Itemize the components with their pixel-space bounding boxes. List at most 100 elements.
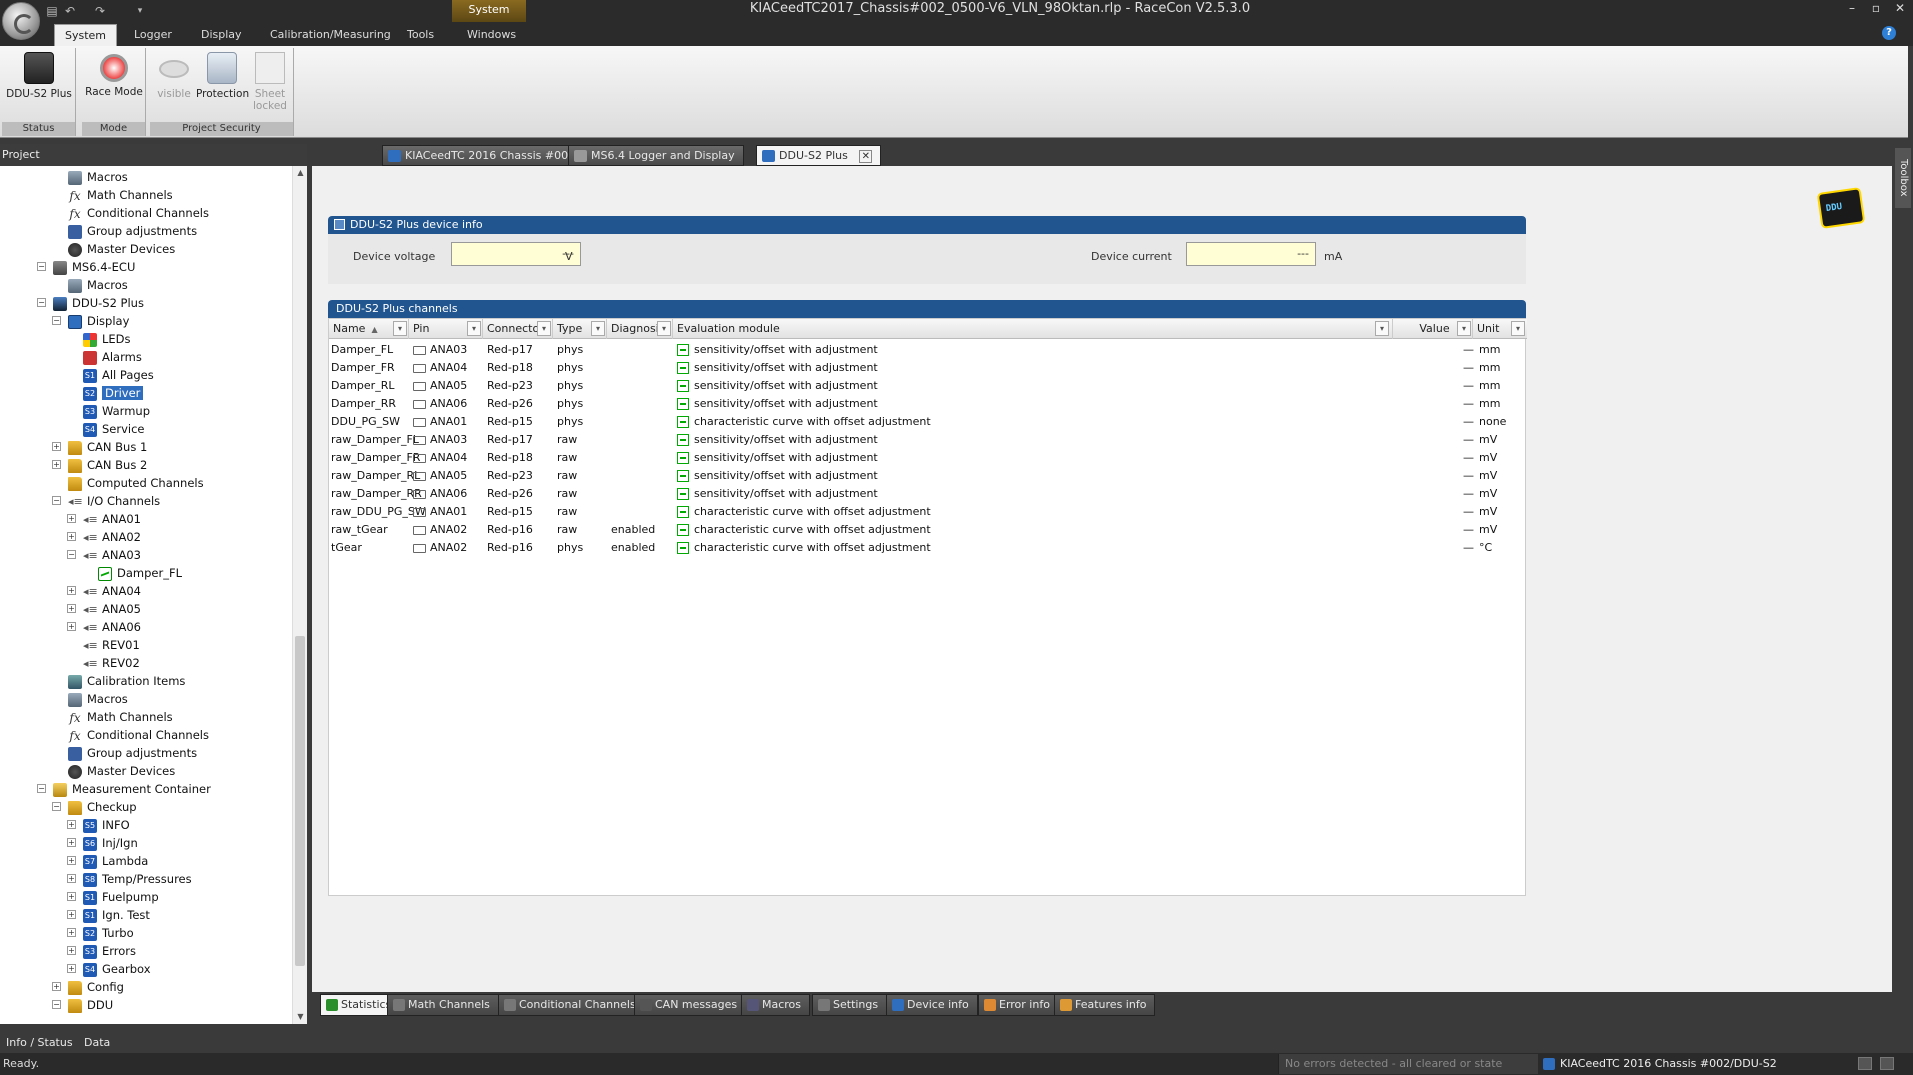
tree-item[interactable]: + S8 Temp/Pressures	[67, 870, 192, 888]
tree-item[interactable]: − Measurement Container	[37, 780, 211, 798]
keyboard-icon[interactable]	[1858, 1057, 1872, 1070]
tree-item[interactable]: Master Devices	[68, 240, 175, 258]
expand-icon[interactable]: +	[67, 820, 76, 829]
minimize-icon[interactable]: –	[1840, 0, 1864, 18]
tree-item[interactable]: + ◂≡ ANA05	[67, 600, 141, 618]
undo-icon[interactable]: ↶	[62, 3, 78, 19]
expand-icon[interactable]: +	[67, 856, 76, 865]
collapse-icon[interactable]: −	[67, 550, 76, 559]
tree-item[interactable]: − Checkup	[52, 798, 137, 816]
connector-filter-icon[interactable]: ▾	[537, 321, 551, 336]
save-icon[interactable]: ▤	[44, 3, 60, 19]
unit-filter-icon[interactable]: ▾	[1511, 321, 1525, 336]
table-row[interactable]: tGear ANA02 Red-p16 phys enabled characterist…	[329, 539, 1527, 557]
tree-item[interactable]: − DDU	[52, 996, 113, 1014]
expand-icon[interactable]: +	[67, 892, 76, 901]
tab-math-channels[interactable]: Math Channels	[387, 994, 499, 1016]
expand-icon[interactable]: +	[52, 442, 61, 451]
expand-icon[interactable]: +	[67, 874, 76, 883]
ribbon-tab-windows[interactable]: Windows	[457, 24, 526, 46]
tree-item[interactable]: + ◂≡ ANA06	[67, 618, 141, 636]
expand-icon[interactable]: +	[52, 982, 61, 991]
sheet-locked-button[interactable]: Sheet locked	[250, 52, 290, 112]
evaluation-filter-icon[interactable]: ▾	[1375, 321, 1389, 336]
expand-icon[interactable]: +	[67, 514, 76, 523]
tree-item[interactable]: Alarms	[83, 348, 142, 366]
online-status-icon[interactable]	[1880, 1057, 1894, 1070]
tree-item[interactable]: fx Math Channels	[68, 708, 172, 726]
tree-scrollbar-thumb[interactable]	[295, 636, 305, 966]
column-header-evaluation[interactable]: Evaluation module	[673, 319, 1393, 339]
tree-item[interactable]: + S1 Fuelpump	[67, 888, 159, 906]
tree-item[interactable]: fx Conditional Channels	[68, 204, 209, 222]
redo-icon[interactable]: ↷	[92, 3, 108, 19]
expand-icon[interactable]: +	[67, 838, 76, 847]
visible-button[interactable]: visible	[154, 52, 194, 100]
application-menu-button[interactable]	[2, 2, 40, 40]
tree-item[interactable]: + S7 Lambda	[67, 852, 148, 870]
tree-item[interactable]: + Config	[52, 978, 124, 996]
tree-item[interactable]: S1 All Pages	[83, 366, 154, 384]
ribbon-tab-display[interactable]: Display	[191, 24, 252, 46]
panel-tab-data[interactable]: Data	[78, 1034, 116, 1052]
tab-device-info[interactable]: Device info	[886, 994, 978, 1016]
expand-icon[interactable]: +	[67, 586, 76, 595]
table-row[interactable]: raw_Damper_RR ANA06 Red-p26 raw sensitivity/…	[329, 485, 1527, 503]
table-row[interactable]: raw_Damper_FR ANA04 Red-p18 raw sensitivity/…	[329, 449, 1527, 467]
ribbon-tab-calibration[interactable]: Calibration/Measuring	[260, 24, 401, 46]
tree-item[interactable]: − DDU-S2 Plus	[37, 294, 144, 312]
tree-item[interactable]: − Display	[52, 312, 129, 330]
scroll-down-icon[interactable]: ▼	[293, 1010, 308, 1024]
tree-item[interactable]: + CAN Bus 2	[52, 456, 147, 474]
table-row[interactable]: raw_tGear ANA02 Red-p16 raw enabled character…	[329, 521, 1527, 539]
table-row[interactable]: Damper_FL ANA03 Red-p17 phys sensitivity/off…	[329, 341, 1527, 359]
tree-item[interactable]: − ◂≡ I/O Channels	[52, 492, 160, 510]
help-icon[interactable]: ?	[1882, 26, 1896, 40]
tab-features-info[interactable]: Features info	[1054, 994, 1156, 1016]
tree-item[interactable]: Group adjustments	[68, 222, 197, 240]
expand-icon[interactable]: +	[52, 460, 61, 469]
tree-item[interactable]: + CAN Bus 1	[52, 438, 147, 456]
tree-item[interactable]: LEDs	[83, 330, 131, 348]
collapse-icon[interactable]: −	[52, 316, 61, 325]
ribbon-tab-logger[interactable]: Logger	[124, 24, 182, 46]
tab-macros[interactable]: Macros	[741, 994, 811, 1016]
tree-item[interactable]: Group adjustments	[68, 744, 197, 762]
tree-item[interactable]: ◂≡ REV02	[83, 654, 140, 672]
tree-item[interactable]: S2 Driver	[83, 384, 144, 402]
expand-icon[interactable]: +	[67, 604, 76, 613]
expand-icon[interactable]: +	[67, 532, 76, 541]
project-tree[interactable]: Macros fx Math Channels fx Conditional Chann…	[0, 166, 292, 1024]
panel-tab-info-status[interactable]: Info / Status	[0, 1034, 79, 1052]
name-filter-icon[interactable]: ▾	[393, 321, 407, 336]
tree-item[interactable]: fx Conditional Channels	[68, 726, 209, 744]
collapse-icon[interactable]: −	[52, 496, 61, 505]
tree-item[interactable]: Damper_FL	[98, 564, 182, 582]
close-icon[interactable]: ✕	[1888, 0, 1912, 18]
tree-item[interactable]: Calibration Items	[68, 672, 185, 690]
pin-filter-icon[interactable]: ▾	[467, 321, 481, 336]
table-row[interactable]: Damper_RR ANA06 Red-p26 phys sensitivity/off…	[329, 395, 1527, 413]
tab-error-info[interactable]: Error info	[978, 994, 1059, 1016]
tree-item[interactable]: Master Devices	[68, 762, 175, 780]
table-row[interactable]: DDU_PG_SW ANA01 Red-p15 phys characteristic …	[329, 413, 1527, 431]
tree-item[interactable]: Computed Channels	[68, 474, 204, 492]
diagnosis-filter-icon[interactable]: ▾	[657, 321, 671, 336]
tree-item[interactable]: + S6 Inj/Ign	[67, 834, 138, 852]
ribbon-tab-tools[interactable]: Tools	[397, 24, 444, 46]
doc-tab-project[interactable]: KIACeedTC 2016 Chassis #002	[382, 145, 585, 166]
tab-conditional-channels[interactable]: Conditional Channels	[498, 994, 645, 1016]
maximize-icon[interactable]: ▫	[1864, 0, 1888, 18]
scroll-up-icon[interactable]: ▲	[293, 166, 308, 180]
quick-access-dropdown-icon[interactable]: ▾	[132, 3, 148, 19]
tree-item[interactable]: Macros	[68, 168, 128, 186]
tree-item[interactable]: fx Math Channels	[68, 186, 172, 204]
tree-item[interactable]: + S2 Turbo	[67, 924, 134, 942]
protection-button[interactable]: Protection	[196, 52, 249, 100]
collapse-icon[interactable]	[334, 219, 345, 230]
tree-item[interactable]: + S3 Errors	[67, 942, 136, 960]
doc-tab-logger[interactable]: MS6.4 Logger and Display	[568, 145, 744, 166]
tree-item[interactable]: − ◂≡ ANA03	[67, 546, 141, 564]
collapse-icon[interactable]: −	[52, 1000, 61, 1009]
expand-icon[interactable]: +	[67, 964, 76, 973]
